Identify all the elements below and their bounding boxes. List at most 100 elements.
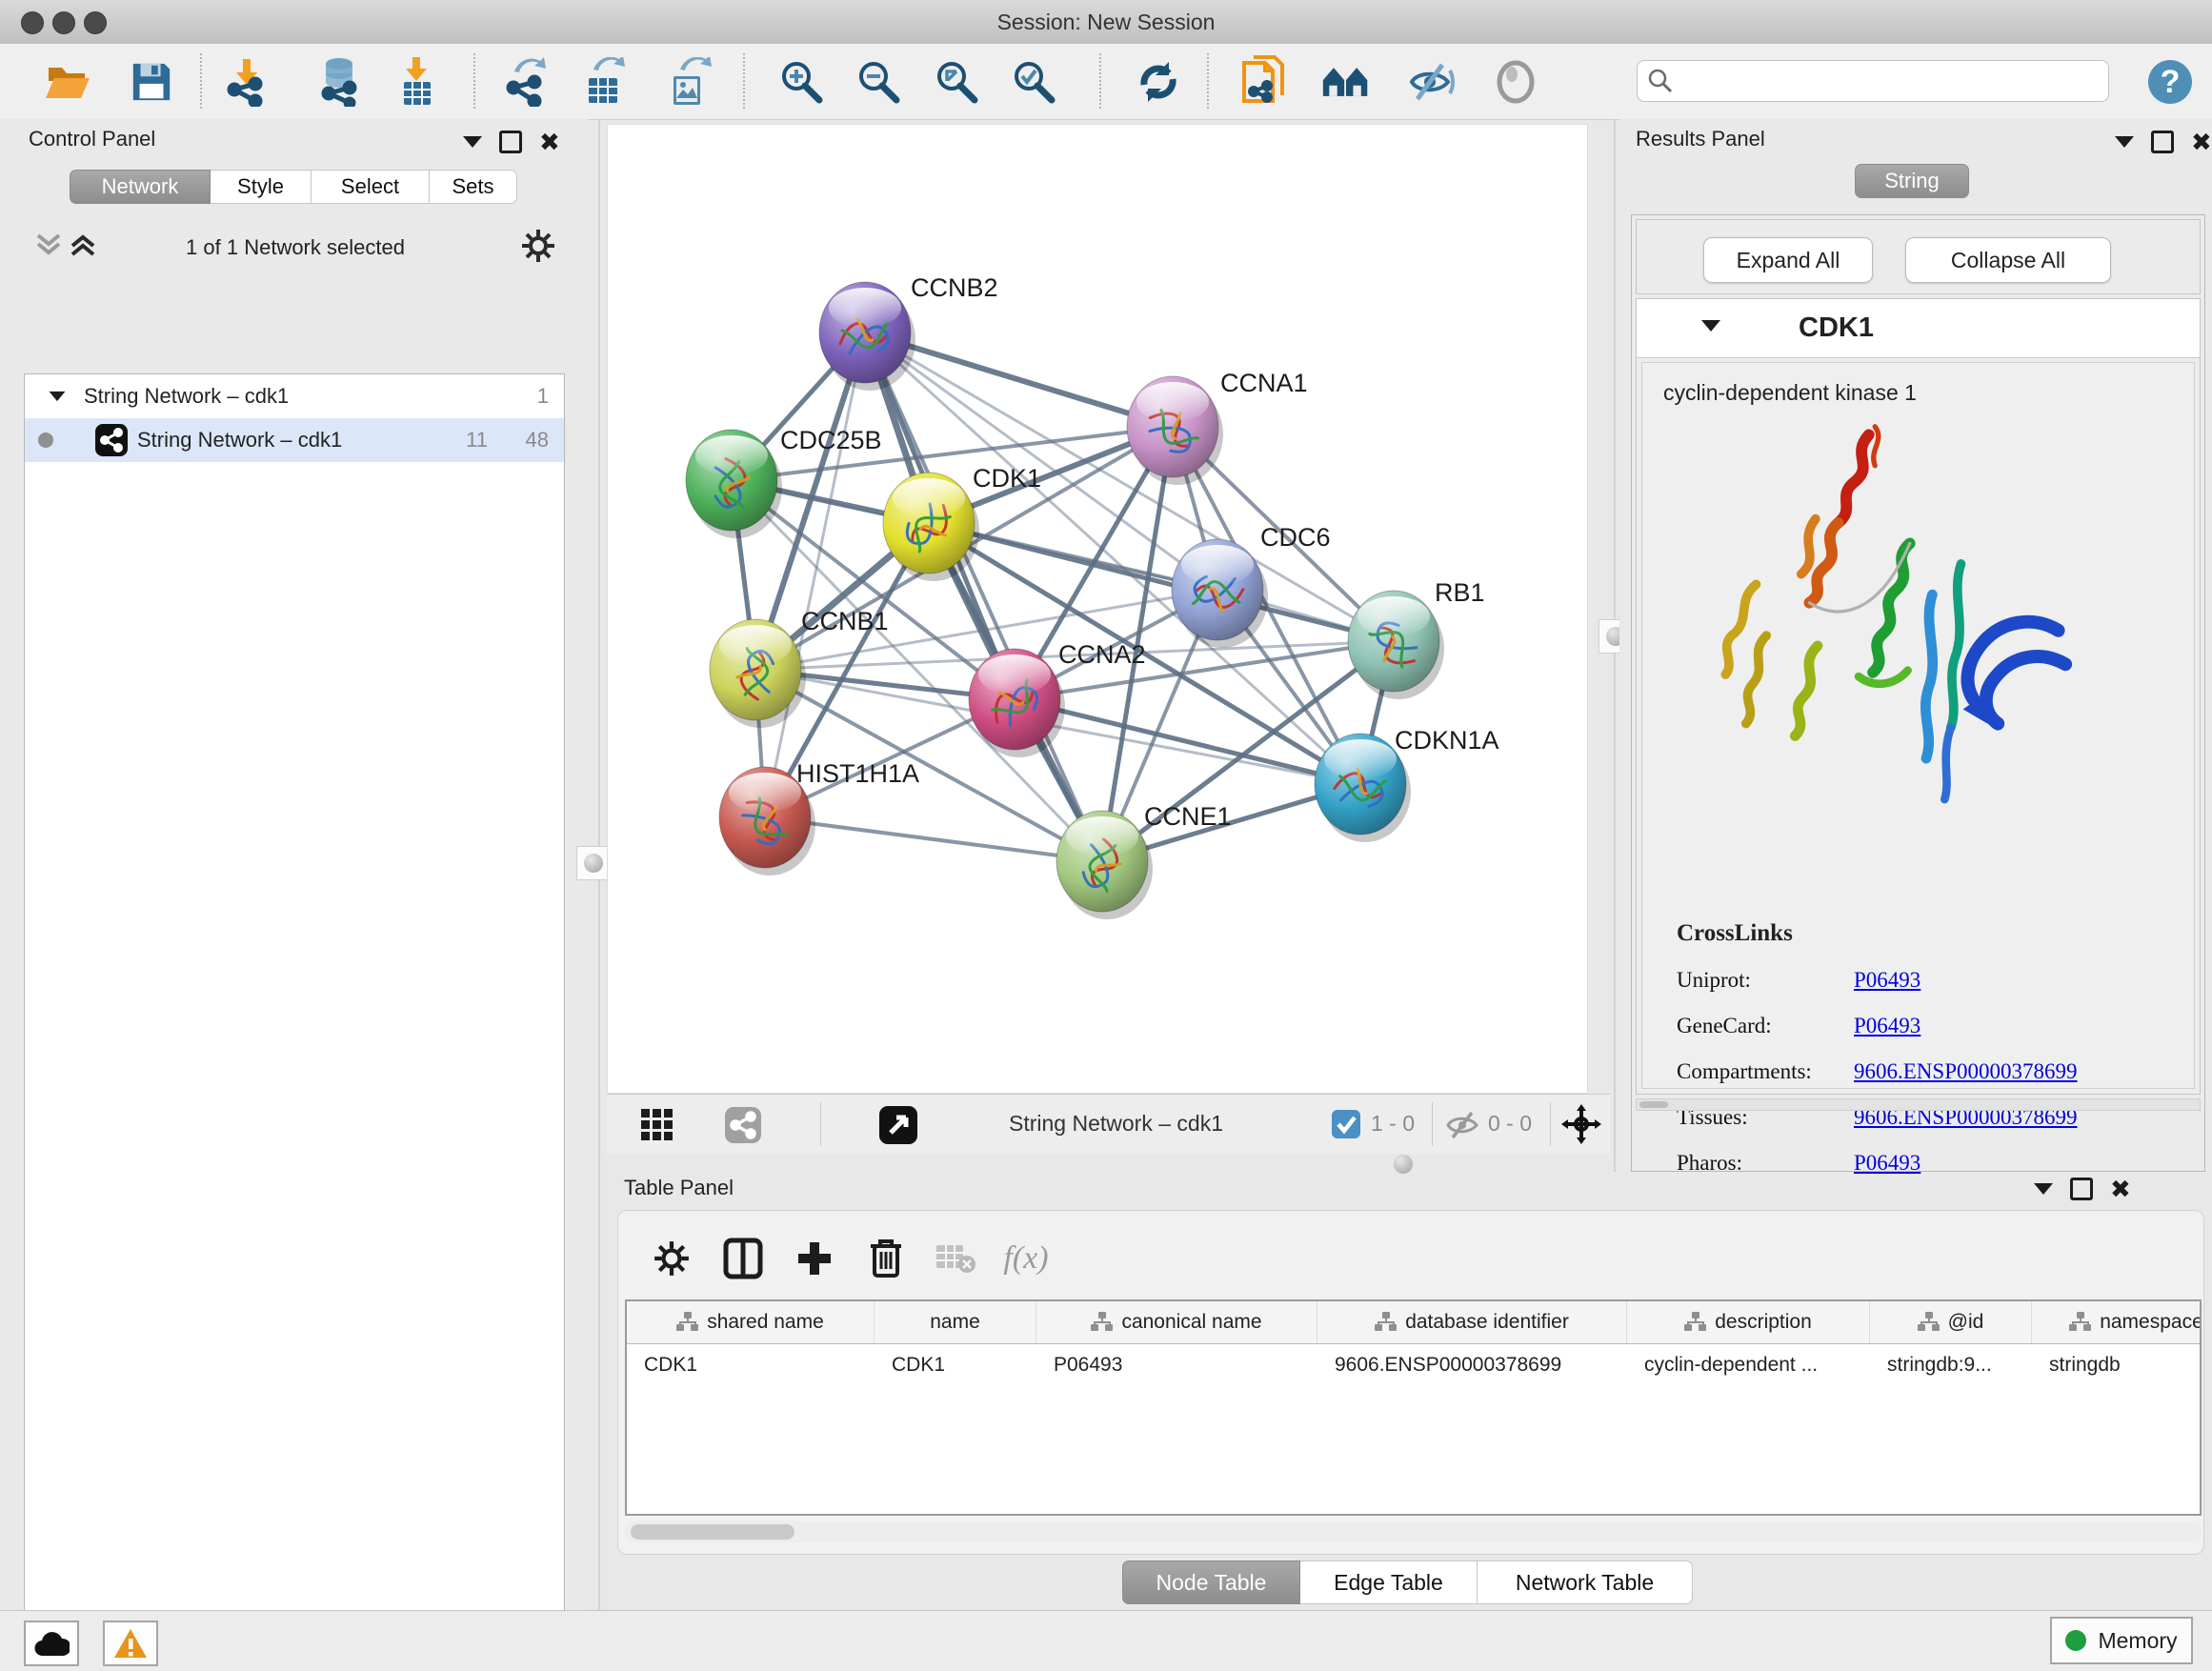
import-network-database-icon[interactable] xyxy=(314,57,364,107)
help-icon[interactable]: ? xyxy=(2145,57,2195,107)
export-image-icon[interactable] xyxy=(663,57,713,107)
add-column-icon[interactable] xyxy=(788,1232,841,1285)
table-row[interactable]: CDK1CDK1P064939606.ENSP00000378699cyclin… xyxy=(627,1344,2200,1386)
float-panel-icon[interactable] xyxy=(499,131,522,153)
entry-header[interactable]: CDK1 xyxy=(1637,299,2200,358)
crosslink-link[interactable]: P06493 xyxy=(1854,1151,1920,1176)
tab-network[interactable]: Network xyxy=(70,170,211,204)
tab-select[interactable]: Select xyxy=(312,170,430,204)
birdseye-view-icon[interactable] xyxy=(879,1106,917,1144)
left-splitter-handle[interactable] xyxy=(576,846,611,880)
table-hscrollbar-thumb[interactable] xyxy=(631,1524,794,1540)
network-graph[interactable]: CCNB2CCNA1CDC25BCDK1CDC6RB1CCNB1CCNA2CDK… xyxy=(608,125,1589,1095)
table-panel-buttons: ✖ xyxy=(2034,1178,2131,1200)
column-header-canonical-name[interactable]: canonical name xyxy=(1036,1301,1317,1343)
node-table[interactable]: shared namenamecanonical namedatabase id… xyxy=(625,1299,2202,1516)
crosslink-link[interactable]: P06493 xyxy=(1854,1014,1920,1038)
cell-description[interactable]: cyclin-dependent ... xyxy=(1627,1344,1870,1386)
column-header-shared-name[interactable]: shared name xyxy=(627,1301,875,1343)
save-session-icon[interactable] xyxy=(127,57,176,107)
tab-string[interactable]: String xyxy=(1855,164,1969,198)
results-hscrollbar-thumb[interactable] xyxy=(1639,1101,1668,1108)
zoom-in-icon[interactable] xyxy=(776,57,826,107)
eye-icon[interactable] xyxy=(1491,57,1540,107)
edge-HIST1H1A-CCNE1[interactable] xyxy=(765,817,1102,861)
horizontal-splitter-handle[interactable] xyxy=(1394,1155,1413,1174)
panel-menu-icon[interactable] xyxy=(2034,1183,2053,1195)
cell-namespace[interactable]: stringdb xyxy=(2032,1344,2202,1386)
collapse-entry-icon[interactable] xyxy=(1701,320,1720,332)
zoom-out-icon[interactable] xyxy=(854,57,903,107)
table-hscrollbar[interactable] xyxy=(625,1521,2202,1542)
tab-node-table[interactable]: Node Table xyxy=(1122,1560,1300,1604)
column-header-description[interactable]: description xyxy=(1627,1301,1870,1343)
network-label: String Network – cdk1 xyxy=(137,428,342,453)
node-CDKN1A[interactable]: CDKN1A xyxy=(1315,726,1499,842)
node-HIST1H1A[interactable]: HIST1H1A xyxy=(719,759,919,876)
warning-button[interactable] xyxy=(103,1621,158,1666)
column-header-database-identifier[interactable]: database identifier xyxy=(1317,1301,1627,1343)
view-grid-icon[interactable] xyxy=(641,1109,674,1141)
export-table-icon[interactable] xyxy=(578,57,628,107)
warning-icon xyxy=(113,1628,148,1659)
expand-all-button[interactable]: Expand All xyxy=(1703,237,1873,283)
network-row[interactable]: String Network – cdk1 11 48 xyxy=(25,418,564,462)
close-panel-icon[interactable]: ✖ xyxy=(2191,132,2212,151)
cell-database-identifier[interactable]: 9606.ENSP00000378699 xyxy=(1317,1344,1627,1386)
column-header-@id[interactable]: @id xyxy=(1870,1301,2032,1343)
cloud-button[interactable] xyxy=(24,1621,79,1666)
collapse-all-button[interactable]: Collapse All xyxy=(1905,237,2111,283)
houses-icon[interactable] xyxy=(1321,57,1371,107)
results-hscrollbar[interactable] xyxy=(1636,1098,2201,1111)
zoom-selected-icon[interactable] xyxy=(1009,57,1058,107)
show-hide-icon[interactable] xyxy=(1406,57,1456,107)
panel-menu-icon[interactable] xyxy=(463,136,482,148)
close-panel-icon[interactable]: ✖ xyxy=(539,132,560,151)
cell-@id[interactable]: stringdb:9... xyxy=(1870,1344,2032,1386)
gear-icon[interactable] xyxy=(520,228,556,264)
cell-shared-name[interactable]: CDK1 xyxy=(627,1344,875,1386)
cell-name[interactable]: CDK1 xyxy=(875,1344,1036,1386)
float-panel-icon[interactable] xyxy=(2070,1178,2093,1200)
close-panel-icon[interactable]: ✖ xyxy=(2110,1179,2131,1198)
delete-column-icon[interactable] xyxy=(859,1232,913,1285)
zoom-fit-icon[interactable] xyxy=(932,57,981,107)
expand-all-icon[interactable] xyxy=(69,232,101,258)
node-CDC6[interactable]: CDC6 xyxy=(1172,523,1331,648)
column-header-namespace[interactable]: namespace xyxy=(2032,1301,2202,1343)
import-table-icon[interactable] xyxy=(392,57,441,107)
column-header-name[interactable]: name xyxy=(875,1301,1036,1343)
panel-menu-icon[interactable] xyxy=(2115,136,2134,148)
selected-checkbox-icon[interactable] xyxy=(1332,1110,1360,1138)
fit-content-icon[interactable] xyxy=(1561,1104,1601,1144)
table-gear-icon[interactable] xyxy=(645,1232,698,1285)
node-CDK1[interactable]: CDK1 xyxy=(883,464,1041,581)
delete-table-icon[interactable] xyxy=(929,1232,982,1285)
view-network-icon[interactable] xyxy=(725,1107,761,1143)
collapse-all-icon[interactable] xyxy=(34,232,67,258)
tab-style[interactable]: Style xyxy=(211,170,312,204)
network-collection-row[interactable]: String Network – cdk1 1 xyxy=(25,374,564,418)
tree-expand-icon[interactable] xyxy=(50,392,66,401)
cell-canonical-name[interactable]: P06493 xyxy=(1036,1344,1317,1386)
memory-button[interactable]: Memory xyxy=(2050,1617,2193,1664)
open-file-icon[interactable] xyxy=(42,57,91,107)
edge-CCNB2-HIST1H1A[interactable] xyxy=(765,332,865,817)
network-view-canvas[interactable]: CCNB2CCNA1CDC25BCDK1CDC6RB1CCNB1CCNA2CDK… xyxy=(607,124,1588,1094)
hidden-eye-icon[interactable] xyxy=(1445,1111,1479,1139)
import-network-file-icon[interactable] xyxy=(222,57,271,107)
node-RB1[interactable]: RB1 xyxy=(1348,578,1485,699)
tab-edge-table[interactable]: Edge Table xyxy=(1300,1560,1478,1604)
refresh-icon[interactable] xyxy=(1134,57,1183,107)
tab-sets[interactable]: Sets xyxy=(430,170,517,204)
crosslink-link[interactable]: 9606.ENSP00000378699 xyxy=(1854,1059,2078,1084)
node-CCNE1[interactable]: CCNE1 xyxy=(1056,802,1232,919)
crosslink-link[interactable]: P06493 xyxy=(1854,968,1920,993)
tab-network-table[interactable]: Network Table xyxy=(1478,1560,1693,1604)
select-columns-icon[interactable] xyxy=(716,1232,770,1285)
export-network-icon[interactable] xyxy=(501,57,551,107)
search-input[interactable] xyxy=(1637,60,2109,102)
network-from-selection-icon[interactable] xyxy=(1240,57,1290,107)
node-CCNB1[interactable]: CCNB1 xyxy=(710,607,889,728)
float-panel-icon[interactable] xyxy=(2151,131,2174,153)
